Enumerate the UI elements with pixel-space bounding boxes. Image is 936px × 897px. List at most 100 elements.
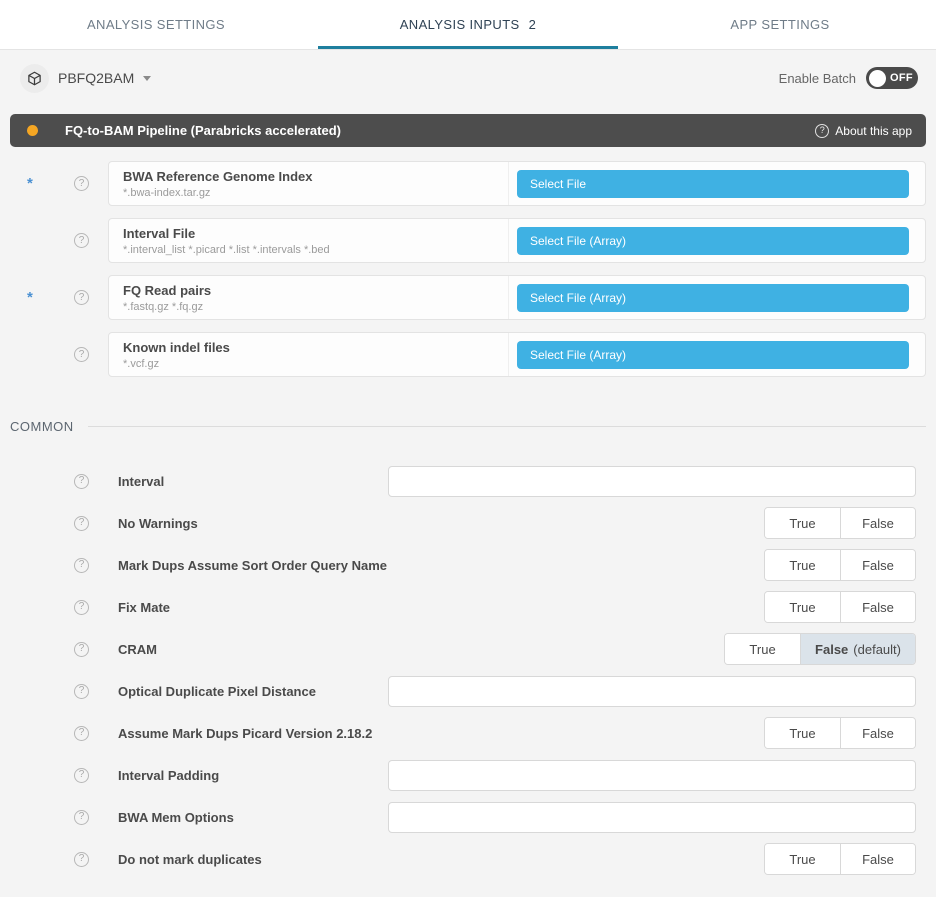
tab-bar: ANALYSIS SETTINGS ANALYSIS INPUTS 2 APP … (0, 0, 936, 50)
help-icon[interactable]: ? (74, 600, 89, 615)
mark-dups-assume-sort-order-query-name-boolean-group: True False (764, 549, 916, 581)
tab-analysis-inputs[interactable]: ANALYSIS INPUTS 2 (312, 0, 624, 49)
required-asterisk: * (27, 289, 41, 306)
option-label: True (789, 516, 815, 531)
do-not-mark-duplicates-false-button[interactable]: False (840, 844, 915, 874)
option-label: False (862, 600, 894, 615)
param-row-bwa-mem-options: ? BWA Mem Options (0, 796, 936, 838)
help-icon[interactable]: ? (74, 852, 89, 867)
option-label: True (749, 642, 775, 657)
common-section-header: COMMON (10, 419, 926, 434)
row-gutter: * ? (0, 346, 108, 363)
required-asterisk: * (27, 175, 41, 192)
option-label: True (789, 852, 815, 867)
file-input-patterns: *.bwa-index.tar.gz (123, 187, 508, 199)
option-label: False (862, 558, 894, 573)
app-selector-dropdown[interactable]: PBFQ2BAM (20, 64, 151, 93)
help-icon[interactable]: ? (74, 684, 89, 699)
interval-padding-input[interactable] (388, 760, 916, 791)
option-label: True (789, 558, 815, 573)
cram-false-button[interactable]: False (default) (800, 634, 915, 664)
file-input-action: Select File (509, 162, 925, 205)
no-warnings-true-button[interactable]: True (765, 508, 840, 538)
do-not-mark-duplicates-boolean-group: True False (764, 843, 916, 875)
param-label: CRAM (118, 642, 157, 657)
cram-true-button[interactable]: True (725, 634, 800, 664)
tab-label: ANALYSIS INPUTS (400, 17, 520, 32)
help-icon[interactable]: ? (74, 474, 89, 489)
optical-duplicate-pixel-distance-input[interactable] (388, 676, 916, 707)
param-control: True False (764, 549, 916, 581)
pipeline-title: FQ-to-BAM Pipeline (Parabricks accelerat… (65, 123, 341, 138)
select-file-button-interval-file[interactable]: Select File (Array) (517, 227, 909, 255)
file-input-patterns: *.fastq.gz *.fq.gz (123, 301, 508, 313)
fix-mate-true-button[interactable]: True (765, 592, 840, 622)
assume-mark-dups-picard-version-2-18-2-false-button[interactable]: False (840, 718, 915, 748)
row-gutter: * ? (0, 232, 108, 249)
select-file-button-known-indel-files[interactable]: Select File (Array) (517, 341, 909, 369)
help-icon[interactable]: ? (74, 347, 89, 362)
help-icon[interactable]: ? (74, 642, 89, 657)
app-selector-row: PBFQ2BAM Enable Batch OFF (0, 50, 936, 106)
param-control: True False (764, 591, 916, 623)
app-name: PBFQ2BAM (58, 70, 134, 86)
file-input-info: Interval File *.interval_list *.picard *… (109, 219, 509, 262)
section-title: COMMON (10, 419, 74, 434)
do-not-mark-duplicates-true-button[interactable]: True (765, 844, 840, 874)
no-warnings-false-button[interactable]: False (840, 508, 915, 538)
option-label: True (789, 726, 815, 741)
assume-mark-dups-picard-version-2-18-2-boolean-group: True False (764, 717, 916, 749)
file-input-row-known-indel-files: * ? Known indel files *.vcf.gz Select Fi… (0, 332, 936, 377)
help-icon[interactable]: ? (74, 810, 89, 825)
option-default-suffix: (default) (853, 642, 901, 657)
help-icon: ? (815, 124, 829, 138)
mark-dups-assume-sort-order-query-name-true-button[interactable]: True (765, 550, 840, 580)
help-icon[interactable]: ? (74, 176, 89, 191)
cram-boolean-group: True False (default) (724, 633, 916, 665)
tab-count-badge: 2 (529, 17, 537, 32)
param-row-interval: ? Interval (0, 460, 936, 502)
mark-dups-assume-sort-order-query-name-false-button[interactable]: False (840, 550, 915, 580)
param-row-optical-duplicate-pixel-distance: ? Optical Duplicate Pixel Distance (0, 670, 936, 712)
help-icon[interactable]: ? (74, 768, 89, 783)
param-label: Fix Mate (118, 600, 170, 615)
param-control: True False (764, 717, 916, 749)
select-file-button-fq-read-pairs[interactable]: Select File (Array) (517, 284, 909, 312)
param-label: BWA Mem Options (118, 810, 234, 825)
file-input-patterns: *.vcf.gz (123, 358, 508, 370)
option-label: False (862, 516, 894, 531)
cube-icon (27, 71, 42, 86)
file-input-row-bwa-reference-genome-index: * ? BWA Reference Genome Index *.bwa-ind… (0, 161, 936, 206)
help-icon[interactable]: ? (74, 726, 89, 741)
fix-mate-false-button[interactable]: False (840, 592, 915, 622)
assume-mark-dups-picard-version-2-18-2-true-button[interactable]: True (765, 718, 840, 748)
param-label: Do not mark duplicates (118, 852, 262, 867)
enable-batch-toggle[interactable]: OFF (866, 67, 918, 89)
enable-batch-label: Enable Batch (779, 71, 856, 86)
fix-mate-boolean-group: True False (764, 591, 916, 623)
about-this-app-link[interactable]: ? About this app (815, 124, 912, 138)
param-row-fix-mate: ? Fix Mate True False (0, 586, 936, 628)
option-label: False (815, 642, 848, 657)
help-icon[interactable]: ? (74, 558, 89, 573)
help-icon[interactable]: ? (74, 516, 89, 531)
file-input-action: Select File (Array) (509, 333, 925, 376)
bwa-mem-options-input[interactable] (388, 802, 916, 833)
interval-input[interactable] (388, 466, 916, 497)
select-file-button-bwa-reference-genome-index[interactable]: Select File (517, 170, 909, 198)
about-this-app-label: About this app (835, 124, 912, 138)
toggle-state-label: OFF (890, 72, 913, 84)
param-control: True False (764, 507, 916, 539)
tab-app-settings[interactable]: APP SETTINGS (624, 0, 936, 49)
help-icon[interactable]: ? (74, 233, 89, 248)
tab-analysis-settings[interactable]: ANALYSIS SETTINGS (0, 0, 312, 49)
app-icon-circle (20, 64, 49, 93)
help-icon[interactable]: ? (74, 290, 89, 305)
param-row-interval-padding: ? Interval Padding (0, 754, 936, 796)
file-input-label: FQ Read pairs (123, 283, 508, 298)
param-control (388, 466, 916, 497)
status-dot (27, 125, 38, 136)
param-label: Optical Duplicate Pixel Distance (118, 684, 316, 699)
no-warnings-boolean-group: True False (764, 507, 916, 539)
param-row-do-not-mark-duplicates: ? Do not mark duplicates True False (0, 838, 936, 880)
